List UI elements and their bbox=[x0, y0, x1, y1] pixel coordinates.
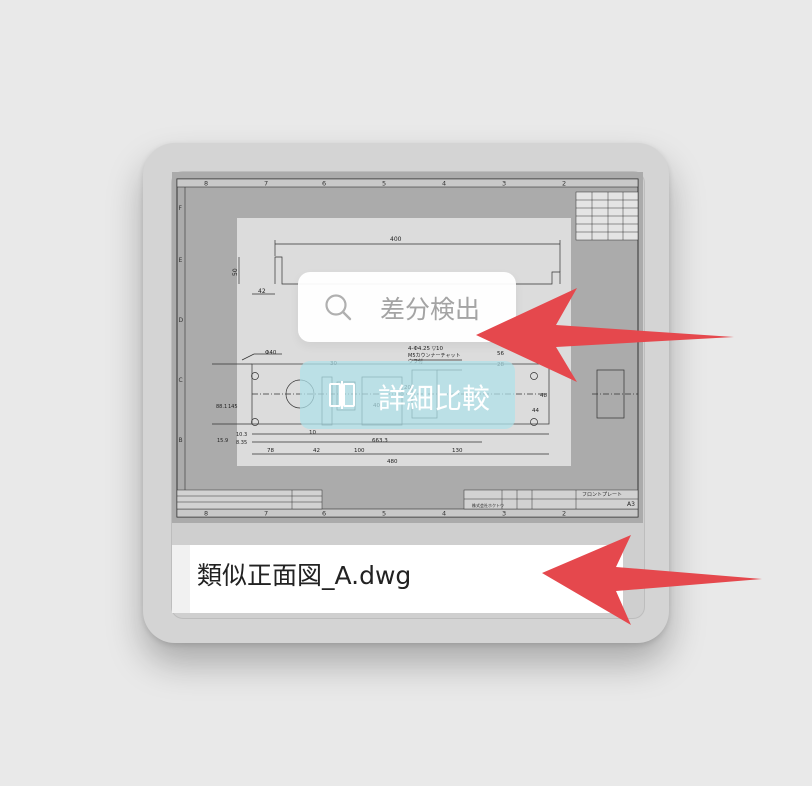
title-company: 株式会社ホクトウ bbox=[472, 502, 504, 508]
dim-label: Φ40 bbox=[265, 350, 277, 356]
ruler-label: C bbox=[179, 377, 183, 384]
dim-label: 400 bbox=[390, 236, 402, 243]
dim-label: 663.3 bbox=[372, 438, 388, 444]
dim-label: 42 bbox=[313, 448, 320, 454]
ruler-label: B bbox=[179, 437, 183, 444]
ruler-label: D bbox=[179, 317, 184, 324]
ruler-label: 3 bbox=[502, 510, 506, 518]
dim-label: 88.1 bbox=[216, 404, 227, 410]
top-ruler bbox=[176, 178, 639, 188]
ruler-label: 7 bbox=[264, 510, 268, 518]
ruler-label: 5 bbox=[382, 510, 386, 518]
revision-table bbox=[575, 191, 639, 241]
cad-drawing-preview: 8 7 6 5 4 3 2 8 7 6 5 4 3 2 F E D C B A bbox=[172, 172, 643, 523]
search-icon bbox=[325, 294, 352, 321]
detail-compare-button[interactable]: 詳細比較 bbox=[300, 361, 515, 429]
dim-label: 42 bbox=[258, 288, 266, 295]
ruler-label: E bbox=[179, 257, 183, 264]
compare-icon bbox=[329, 381, 355, 409]
dim-label: 8.35 bbox=[236, 440, 247, 446]
dim-label: M5カウンナーチャット bbox=[408, 352, 460, 359]
ruler-label: 8 bbox=[204, 510, 208, 518]
file-name: 類似正面図_A.dwg bbox=[197, 561, 412, 590]
ruler-label: 2 bbox=[562, 180, 566, 188]
ruler-label: 8 bbox=[204, 180, 208, 188]
dim-label: 10.3 bbox=[236, 432, 247, 438]
title-size: A3 bbox=[627, 501, 635, 508]
dim-label: 130 bbox=[452, 448, 463, 454]
bottom-ruler bbox=[176, 508, 639, 518]
ruler-label: 3 bbox=[502, 180, 506, 188]
dim-label: 44 bbox=[532, 408, 539, 414]
ruler-label: 7 bbox=[264, 180, 268, 188]
title-part-name: フロントプレート bbox=[582, 492, 622, 498]
dim-label: 15.9 bbox=[217, 438, 228, 444]
ruler-label: 4 bbox=[442, 180, 446, 188]
dim-label: 48 bbox=[540, 393, 547, 399]
dim-label: 100 bbox=[354, 448, 365, 454]
dim-label: 56 bbox=[497, 351, 504, 357]
file-name-bar-gutter bbox=[172, 545, 190, 613]
drawing-thumbnail: 8 7 6 5 4 3 2 8 7 6 5 4 3 2 F E D C B A bbox=[172, 172, 643, 523]
dim-label: 78 bbox=[267, 448, 274, 454]
dim-label: 50 bbox=[232, 268, 239, 276]
dim-label: 4-Φ4.25 ▽10 bbox=[408, 346, 444, 352]
ruler-label: 6 bbox=[322, 510, 326, 518]
dim-label: 480 bbox=[387, 459, 398, 465]
detail-compare-label: 詳細比較 bbox=[378, 382, 491, 415]
ruler-label: 4 bbox=[442, 510, 446, 518]
diff-detect-button[interactable]: 差分検出 bbox=[298, 272, 516, 342]
ruler-label: 6 bbox=[322, 180, 326, 188]
dim-label: 145 bbox=[228, 404, 238, 410]
ruler-label: 5 bbox=[382, 180, 386, 188]
ruler-label: 2 bbox=[562, 510, 566, 518]
ruler-label: F bbox=[179, 205, 183, 212]
diff-detect-label: 差分検出 bbox=[380, 295, 481, 324]
dim-label: 10 bbox=[309, 430, 316, 436]
